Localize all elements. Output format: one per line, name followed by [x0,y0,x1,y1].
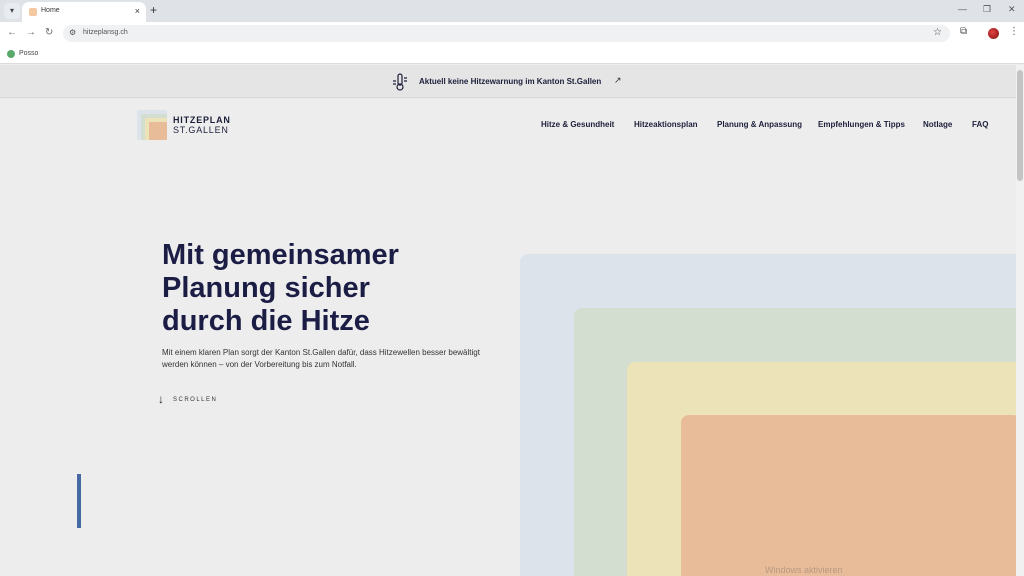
scrollbar-thumb[interactable] [1017,70,1023,181]
nav-item-empfehlungen-tipps[interactable]: Empfehlungen & Tipps [818,120,905,129]
profile-icon[interactable] [988,28,999,39]
kebab-menu-icon[interactable]: ⋮ [1009,26,1019,37]
scroll-label: SCROLLEN [173,397,218,403]
bookmark-favicon-icon [7,50,15,58]
web-page: Aktuell keine Hitzewarnung im Kanton St.… [0,65,1024,576]
thermometer-icon [393,73,407,91]
hero-title-line: Planung sicher [162,272,370,304]
window-close-icon[interactable]: ✕ [1008,4,1016,15]
windows-activation-watermark: Windows aktivieren [765,565,843,575]
maximize-icon[interactable]: ❐ [983,4,991,15]
forward-arrow-icon[interactable]: → [26,27,36,39]
browser-toolbar: ← → ↻ ⚙ hitzeplansg.ch ☆ [0,22,1024,44]
banner-text[interactable]: Aktuell keine Hitzewarnung im Kanton St.… [419,77,601,86]
extensions-icon[interactable]: ⧉ [960,26,967,37]
site-settings-icon[interactable]: ⚙ [69,28,76,37]
nav-item-notlage[interactable]: Notlage [923,120,952,129]
hero-title-line: Mit gemeinsamer [162,239,399,271]
url-text[interactable]: hitzeplansg.ch [83,29,128,36]
hero-title-line: durch die Hitze [162,305,370,337]
nav-item-hitzeaktionsplan[interactable]: Hitzeaktionsplan [634,120,698,129]
logo-title[interactable]: HITZEPLAN [173,115,231,125]
browser-tabstrip: ▾ Home × + — ❐ ✕ [0,0,1024,22]
page-scrollbar[interactable] [1016,65,1024,576]
chevron-down-icon: ▾ [9,6,14,15]
favicon-icon [29,8,37,16]
back-arrow-icon[interactable]: ← [7,27,17,39]
star-icon[interactable]: ☆ [933,27,942,38]
accent-bar [77,474,81,528]
nav-item-faq[interactable]: FAQ [972,120,988,129]
close-icon[interactable]: × [135,6,140,16]
bookmarks-bar: Posso [0,44,1024,64]
nav-item-hitze-gesundheit[interactable]: Hitze & Gesundheit [541,120,614,129]
bookmark-item[interactable]: Posso [19,50,38,57]
nav-item-planung-anpassung[interactable]: Planung & Anpassung [717,120,802,129]
browser-tab[interactable]: Home × [22,2,146,22]
logo-subtitle[interactable]: ST.GALLEN [173,125,229,135]
heat-warning-banner[interactable]: Aktuell keine Hitzewarnung im Kanton St.… [0,65,1016,98]
arrow-down-icon: ↓ [158,392,164,406]
new-tab-button[interactable]: + [150,3,157,17]
address-bar[interactable]: ⚙ hitzeplansg.ch ☆ [63,25,950,42]
logo-mark-icon[interactable] [137,110,167,140]
hero-description: Mit einem klaren Plan sorgt der Kanton S… [162,348,480,369]
tab-search-menu-button[interactable]: ▾ [4,3,20,19]
hero-title: Mit gemeinsamer Planung sicher durch die… [162,239,502,338]
minimize-icon[interactable]: — [958,4,967,14]
hero-graphic-square-orange [681,415,1021,576]
external-link-icon[interactable]: ↗ [614,75,622,86]
reload-icon[interactable]: ↻ [45,27,53,39]
tab-title: Home [41,7,60,14]
